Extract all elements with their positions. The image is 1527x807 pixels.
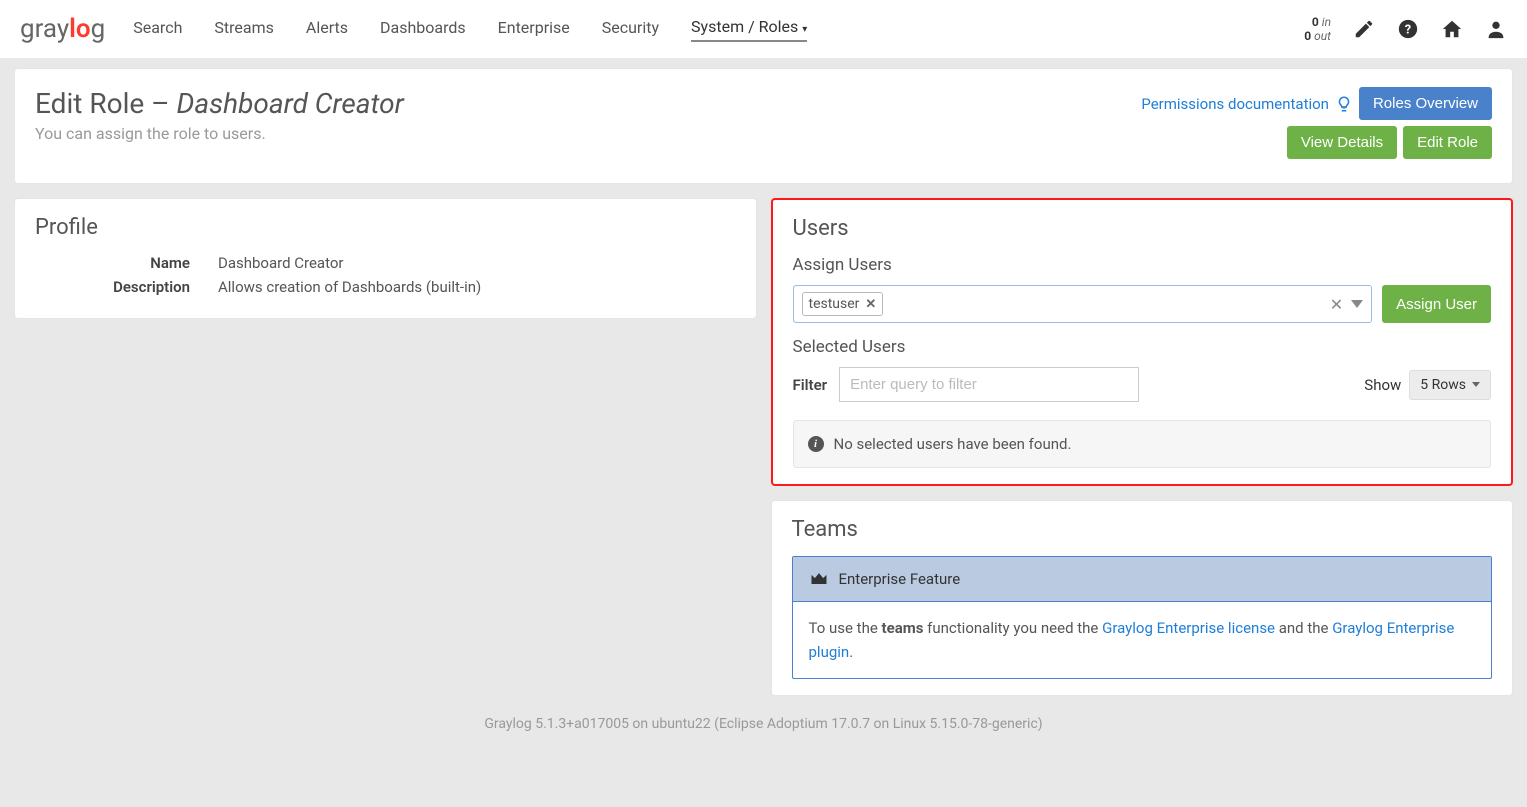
nav-security[interactable]: Security (602, 18, 659, 41)
roles-overview-button[interactable]: Roles Overview (1359, 87, 1492, 120)
info-icon: i (808, 436, 824, 452)
nav-alerts[interactable]: Alerts (306, 18, 348, 41)
navbar: graylog Search Streams Alerts Dashboards… (0, 0, 1527, 58)
nav-enterprise[interactable]: Enterprise (498, 18, 570, 41)
page-header: Edit Role – Dashboard Creator You can as… (14, 68, 1513, 184)
nav-search[interactable]: Search (133, 18, 182, 41)
lightbulb-icon (1335, 95, 1353, 113)
enterprise-body: To use the teams functionality you need … (793, 602, 1492, 678)
nav-system-roles[interactable]: System / Roles ▾ (691, 17, 807, 42)
teams-card: Teams Enterprise Feature To use the team… (771, 500, 1514, 696)
assign-users-select[interactable]: testuser ✕ ✕ (793, 285, 1373, 323)
profile-name-value: Dashboard Creator (190, 254, 344, 272)
profile-desc-label: Description (35, 278, 190, 296)
footer-version: Graylog 5.1.3+a017005 on ubuntu22 (Eclip… (14, 696, 1513, 742)
profile-name-label: Name (35, 254, 190, 272)
dropdown-caret-icon[interactable] (1351, 300, 1363, 308)
assign-user-button[interactable]: Assign User (1382, 285, 1491, 323)
filter-label: Filter (793, 376, 828, 394)
rows-dropdown[interactable]: 5 Rows (1409, 370, 1491, 400)
graylog-logo[interactable]: graylog (20, 14, 105, 44)
nav-streams[interactable]: Streams (214, 18, 273, 41)
clear-select-icon[interactable]: ✕ (1330, 295, 1343, 314)
page-subtitle: You can assign the role to users. (35, 124, 404, 143)
help-icon[interactable]: ? (1397, 18, 1419, 40)
user-chip: testuser ✕ (802, 292, 884, 316)
chevron-down-icon: ▾ (802, 24, 807, 35)
profile-desc-value: Allows creation of Dashboards (built-in) (190, 278, 481, 296)
nav-dashboards[interactable]: Dashboards (380, 18, 466, 41)
scratchpad-icon[interactable] (1353, 18, 1375, 40)
throughput-indicator: 0 in 0 out (1304, 15, 1331, 44)
nav-right: 0 in 0 out ? (1304, 15, 1507, 44)
no-users-alert: i No selected users have been found. (793, 420, 1492, 468)
profile-card: Profile Name Dashboard Creator Descripti… (14, 198, 757, 319)
filter-input[interactable] (839, 367, 1139, 402)
remove-chip-icon[interactable]: ✕ (865, 297, 876, 312)
svg-text:?: ? (1405, 23, 1411, 38)
permissions-doc-link[interactable]: Permissions documentation (1141, 95, 1353, 113)
edit-role-button[interactable]: Edit Role (1403, 126, 1492, 159)
user-icon[interactable] (1485, 18, 1507, 40)
home-icon[interactable] (1441, 18, 1463, 40)
teams-heading: Teams (792, 517, 1493, 542)
show-label: Show (1364, 376, 1401, 394)
assign-users-heading: Assign Users (793, 255, 1492, 275)
selected-users-heading: Selected Users (793, 337, 1492, 357)
view-details-button[interactable]: View Details (1287, 126, 1397, 159)
enterprise-notice: Enterprise Feature To use the teams func… (792, 556, 1493, 679)
enterprise-license-link[interactable]: Graylog Enterprise license (1102, 619, 1275, 637)
chevron-down-icon (1472, 382, 1480, 387)
users-heading: Users (793, 216, 1492, 241)
page-title: Edit Role – Dashboard Creator (35, 87, 404, 120)
nav-items: Search Streams Alerts Dashboards Enterpr… (133, 17, 807, 42)
profile-heading: Profile (35, 215, 736, 240)
users-card: Users Assign Users testuser ✕ ✕ Assign U… (771, 198, 1514, 486)
crown-icon (809, 569, 829, 589)
